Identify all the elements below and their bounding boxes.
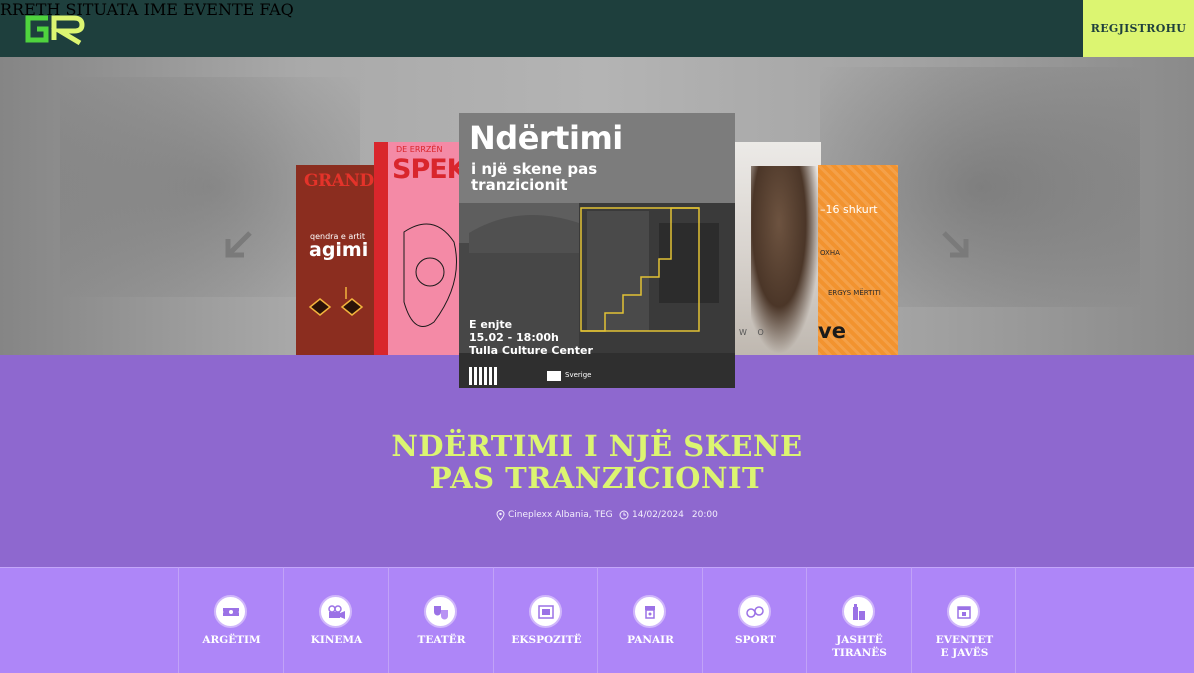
poster-orange-date: –16 shkurt [820, 203, 878, 216]
location-pin-icon [496, 509, 505, 521]
event-title-line-2: PAS TRANZICIONIT [429, 461, 765, 495]
poster-agimi[interactable]: GRAND qendra e artit agimi [296, 165, 378, 355]
category-eventet-e-javes[interactable]: EVENTET E JAVËS [911, 567, 1016, 673]
nav-faq[interactable]: FAQ [259, 0, 293, 19]
sponsor-logo-icon [469, 367, 499, 385]
carousel-prev-arrow-icon[interactable] [222, 229, 254, 261]
poster-orange-name: OXHA [820, 249, 840, 257]
poster-date-time: 15.02 - 18:00h [469, 331, 559, 344]
flag-icon [547, 371, 561, 381]
top-navigation-bar: RRETH SITUATA IME EVENTE FAQ REGJISTROHU [0, 0, 1194, 57]
calendar-icon [947, 595, 980, 628]
category-label: JASHTË TIRANËS [832, 634, 887, 659]
category-label: TEATËR [417, 634, 466, 646]
poster-spec-art-icon [403, 223, 457, 327]
masks-icon [424, 595, 457, 628]
poster-spektakel[interactable]: DE ERRZËN SPEK [374, 142, 464, 355]
category-label: EVENTET E JAVËS [935, 634, 994, 659]
featured-event-poster[interactable]: Ndërtimi i një skene pas tranzicionit E … [459, 113, 735, 388]
register-button[interactable]: REGJISTROHU [1083, 0, 1194, 57]
event-title: NDËRTIMI I NJË SKENE PAS TRANZICIONIT [297, 430, 897, 494]
category-jashte-tiranes[interactable]: JASHTË TIRANËS [806, 567, 911, 673]
poster-venue: Tulla Culture Center [469, 344, 593, 357]
event-title-line-1: NDËRTIMI I NJË SKENE [391, 429, 803, 463]
poster-agimi-heading: GRAND [304, 171, 374, 191]
poster-spec-caption: DE ERRZËN [396, 145, 443, 154]
stand-icon [633, 595, 666, 628]
category-sport[interactable]: SPORT [702, 567, 807, 673]
poster-orange-name-2: ERGYS MËRTITI [828, 289, 881, 297]
category-panair[interactable]: PANAIR [597, 567, 702, 673]
category-label: PANAIR [627, 634, 674, 646]
event-location: Cineplexx Albania, TEG [496, 508, 613, 522]
poster-title: Ndërtimi [469, 119, 623, 157]
category-argetim[interactable]: ARGËTIM [178, 567, 283, 673]
camera-icon [319, 595, 352, 628]
event-time: 20:00 [691, 510, 718, 520]
category-label: SPORT [735, 634, 776, 646]
event-datetime: 14/02/2024 20:00 [619, 508, 718, 522]
gr-logo-icon[interactable] [20, 10, 86, 46]
poster-agimi-art-icon [308, 287, 364, 316]
poster-orange-word: ve [818, 319, 846, 343]
poster-agimi-name: agimi [309, 239, 369, 261]
category-label: KINEMA [310, 634, 363, 646]
poster-portrait[interactable]: W O [733, 142, 821, 355]
poster-subtitle-line-1: i një skene pas [471, 160, 598, 178]
poster-photo-caption: W O [739, 328, 768, 337]
carousel-next-arrow-icon[interactable] [940, 229, 972, 261]
poster-day: E enjte [469, 318, 513, 331]
poster-orange[interactable]: –16 shkurt OXHA ERGYS MËRTITI ve [818, 165, 898, 355]
nav-evente[interactable]: EVENTE [183, 0, 254, 19]
poster-spec-word: SPEK [392, 154, 464, 185]
city-icon [842, 595, 875, 628]
gallery-icon [529, 595, 562, 628]
category-ekspozite[interactable]: EKSPOZITË [493, 567, 598, 673]
category-label: ARGËTIM [202, 634, 261, 646]
event-date: 14/02/2024 [632, 510, 684, 520]
category-kinema[interactable]: KINEMA [283, 567, 388, 673]
poster-subtitle-line-2: tranzicionit [471, 176, 568, 194]
category-teater[interactable]: TEATËR [388, 567, 493, 673]
ball-icon [738, 595, 771, 628]
poster-sponsor-label: Sverige [565, 371, 592, 379]
clock-icon [619, 510, 629, 520]
category-label: EKSPOZITË [511, 634, 582, 646]
ticket-icon [214, 595, 247, 628]
event-location-text: Cineplexx Albania, TEG [508, 510, 613, 520]
